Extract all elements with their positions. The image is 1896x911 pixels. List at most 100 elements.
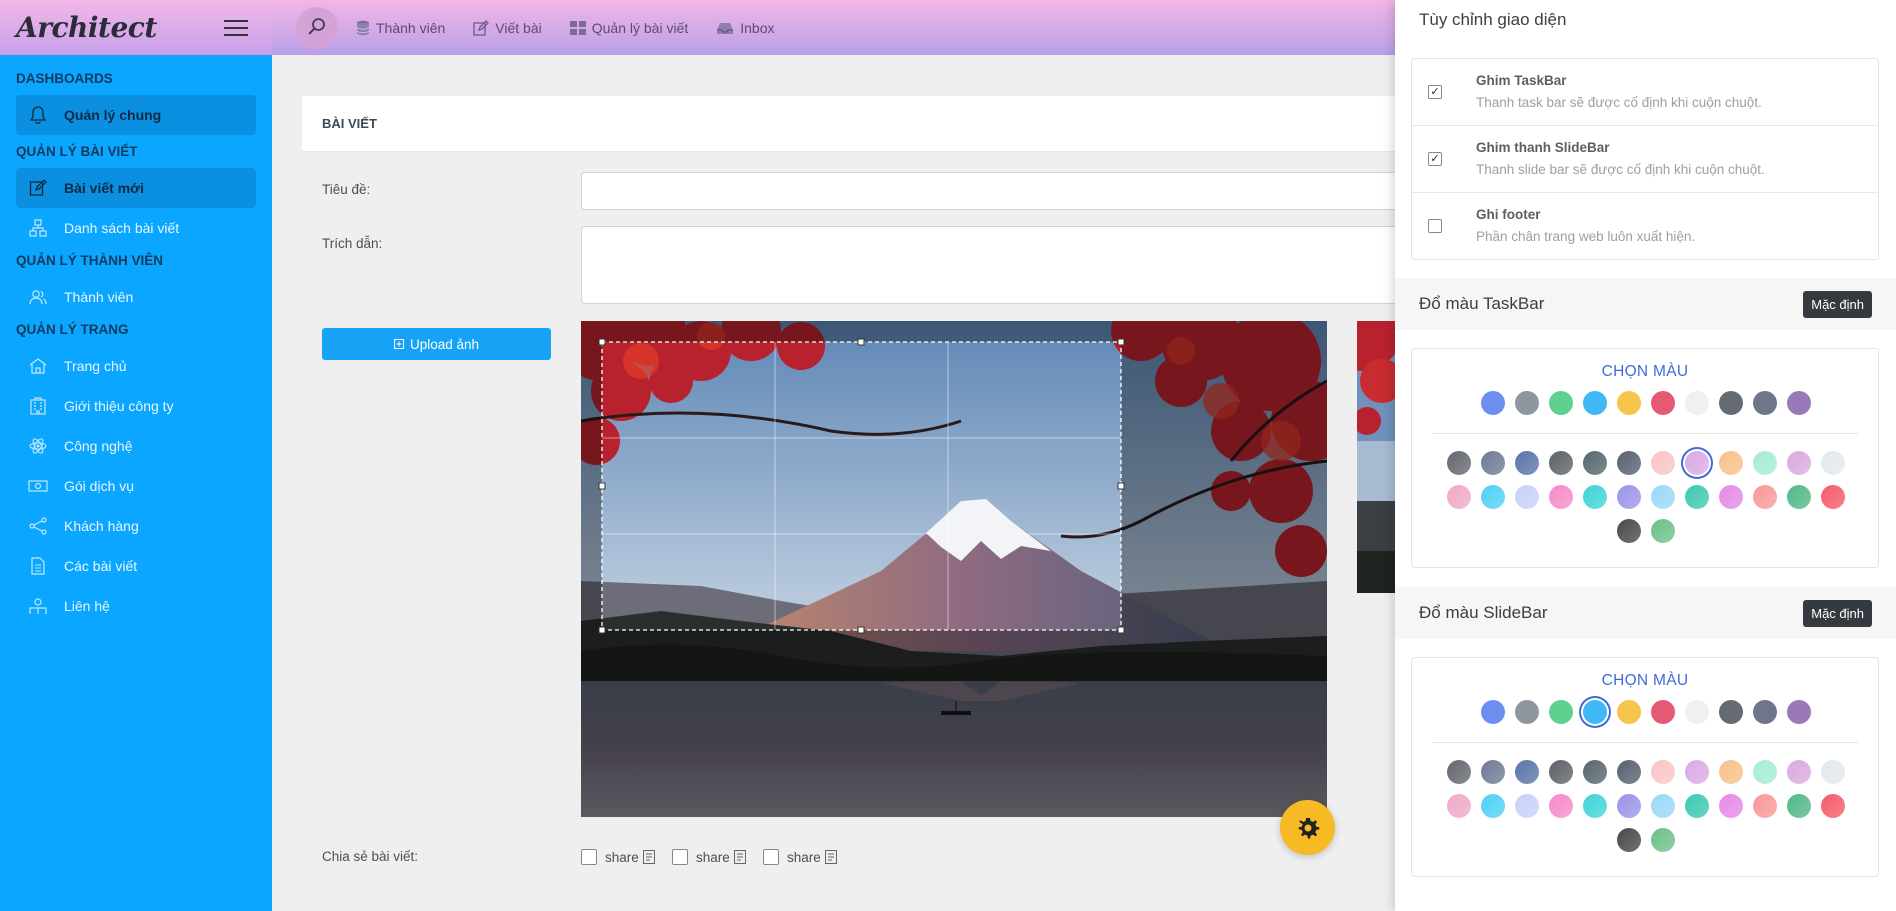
share-option-1[interactable]: share <box>581 849 655 865</box>
slidebar-default-button[interactable]: Mặc định <box>1803 599 1872 627</box>
color-swatch[interactable] <box>1515 794 1539 818</box>
color-swatch[interactable] <box>1719 391 1743 415</box>
color-swatch[interactable] <box>1447 451 1471 475</box>
color-swatch[interactable] <box>1719 794 1743 818</box>
color-swatch[interactable] <box>1481 700 1505 724</box>
color-swatch[interactable] <box>1787 760 1811 784</box>
color-swatch[interactable] <box>1583 700 1607 724</box>
color-swatch[interactable] <box>1787 794 1811 818</box>
color-swatch[interactable] <box>1617 828 1641 852</box>
share-checkbox[interactable] <box>672 849 688 865</box>
color-swatch[interactable] <box>1787 485 1811 509</box>
search-button[interactable] <box>296 6 338 49</box>
color-swatch[interactable] <box>1549 485 1573 509</box>
color-swatch[interactable] <box>1651 794 1675 818</box>
color-swatch[interactable] <box>1617 485 1641 509</box>
color-swatch[interactable] <box>1549 794 1573 818</box>
color-swatch[interactable] <box>1719 700 1743 724</box>
color-swatch[interactable] <box>1447 760 1471 784</box>
color-swatch[interactable] <box>1753 760 1777 784</box>
color-swatch[interactable] <box>1617 451 1641 475</box>
color-swatch[interactable] <box>1753 391 1777 415</box>
logo[interactable]: Architect <box>16 11 157 44</box>
top-link-members[interactable]: Thành viên <box>356 20 445 36</box>
color-swatch[interactable] <box>1617 391 1641 415</box>
color-swatch[interactable] <box>1447 485 1471 509</box>
option-fix-footer[interactable]: Ghi footer Phần chân trang web luôn xuất… <box>1412 193 1878 260</box>
color-swatch[interactable] <box>1685 700 1709 724</box>
sidebar-item-post-list[interactable]: Danh sách bài viết <box>16 208 256 248</box>
color-swatch[interactable] <box>1515 485 1539 509</box>
color-swatch[interactable] <box>1685 794 1709 818</box>
top-link-write-post[interactable]: Viết bài <box>473 20 542 36</box>
color-swatch[interactable] <box>1583 760 1607 784</box>
color-swatch[interactable] <box>1719 760 1743 784</box>
color-swatch[interactable] <box>1821 451 1845 475</box>
color-swatch[interactable] <box>1583 451 1607 475</box>
color-swatch[interactable] <box>1617 519 1641 543</box>
color-swatch[interactable] <box>1549 391 1573 415</box>
color-swatch[interactable] <box>1651 700 1675 724</box>
sidebar-item-overview[interactable]: Quản lý chung <box>16 95 256 135</box>
color-swatch[interactable] <box>1481 485 1505 509</box>
share-checkbox[interactable] <box>581 849 597 865</box>
title-input[interactable] <box>581 172 1411 210</box>
color-swatch[interactable] <box>1685 391 1709 415</box>
share-option-3[interactable]: share <box>763 849 837 865</box>
color-swatch[interactable] <box>1651 485 1675 509</box>
color-swatch[interactable] <box>1651 760 1675 784</box>
color-swatch[interactable] <box>1515 700 1539 724</box>
color-swatch[interactable] <box>1685 451 1709 475</box>
color-swatch[interactable] <box>1651 451 1675 475</box>
option-fix-taskbar[interactable]: ✓ Ghim TaskBar Thanh task bar sẽ được cố… <box>1412 59 1878 126</box>
color-swatch[interactable] <box>1583 485 1607 509</box>
color-swatch[interactable] <box>1617 760 1641 784</box>
sidebar-item-new-post[interactable]: Bài viết mới <box>16 168 256 208</box>
color-swatch[interactable] <box>1685 485 1709 509</box>
color-swatch[interactable] <box>1515 391 1539 415</box>
color-swatch[interactable] <box>1753 700 1777 724</box>
settings-toggle-button[interactable] <box>1280 800 1335 855</box>
color-swatch[interactable] <box>1787 451 1811 475</box>
fix-footer-checkbox[interactable] <box>1428 219 1442 233</box>
color-swatch[interactable] <box>1651 828 1675 852</box>
color-swatch[interactable] <box>1685 760 1709 784</box>
color-swatch[interactable] <box>1549 451 1573 475</box>
fix-slidebar-checkbox[interactable]: ✓ <box>1428 152 1442 166</box>
sidebar-item-contact[interactable]: Liên hệ <box>16 586 256 626</box>
color-swatch[interactable] <box>1583 794 1607 818</box>
color-swatch[interactable] <box>1481 794 1505 818</box>
color-swatch[interactable] <box>1549 760 1573 784</box>
hamburger-menu-icon[interactable] <box>224 19 248 36</box>
fix-taskbar-checkbox[interactable]: ✓ <box>1428 85 1442 99</box>
color-swatch[interactable] <box>1651 391 1675 415</box>
color-swatch[interactable] <box>1447 794 1471 818</box>
color-swatch[interactable] <box>1515 451 1539 475</box>
color-swatch[interactable] <box>1821 485 1845 509</box>
sidebar-item-members[interactable]: Thành viên <box>16 277 256 317</box>
excerpt-textarea[interactable] <box>581 226 1411 304</box>
color-swatch[interactable] <box>1617 794 1641 818</box>
color-swatch[interactable] <box>1787 391 1811 415</box>
color-swatch[interactable] <box>1481 760 1505 784</box>
color-swatch[interactable] <box>1753 485 1777 509</box>
color-swatch[interactable] <box>1617 700 1641 724</box>
taskbar-default-button[interactable]: Mặc định <box>1803 290 1872 318</box>
sidebar-item-service-packages[interactable]: Gói dịch vụ <box>16 466 256 506</box>
color-swatch[interactable] <box>1549 700 1573 724</box>
color-swatch[interactable] <box>1719 485 1743 509</box>
option-fix-slidebar[interactable]: ✓ Ghim thanh SlideBar Thanh slide bar sẽ… <box>1412 126 1878 193</box>
color-swatch[interactable] <box>1481 451 1505 475</box>
sidebar-item-customers[interactable]: Khách hàng <box>16 506 256 546</box>
color-swatch[interactable] <box>1719 451 1743 475</box>
color-swatch[interactable] <box>1787 700 1811 724</box>
color-swatch[interactable] <box>1583 391 1607 415</box>
top-link-manage-posts[interactable]: Quản lý bài viết <box>569 20 688 36</box>
color-swatch[interactable] <box>1821 760 1845 784</box>
upload-image-button[interactable]: Upload ảnh <box>322 328 551 360</box>
image-cropper[interactable] <box>581 321 1327 817</box>
share-checkbox[interactable] <box>763 849 779 865</box>
color-swatch[interactable] <box>1651 519 1675 543</box>
color-swatch[interactable] <box>1481 391 1505 415</box>
sidebar-item-technology[interactable]: Công nghệ <box>16 426 256 466</box>
